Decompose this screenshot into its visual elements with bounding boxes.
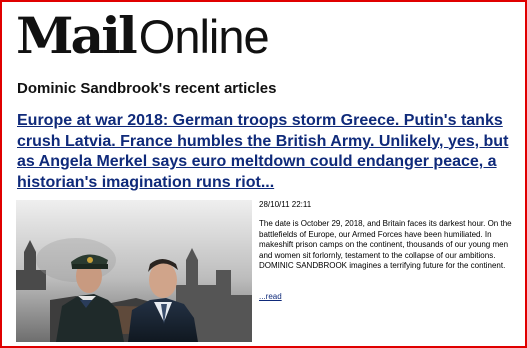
logo-online-text: Online <box>138 10 270 63</box>
read-more-link[interactable]: ...read <box>259 292 282 301</box>
mailonline-logo[interactable]: Mail Online <box>16 7 270 66</box>
article-timestamp: 28/10/11 22:11 <box>259 200 312 209</box>
section-heading: Dominic Sandbrook's recent articles <box>17 80 277 97</box>
logo-mail-text: Mail <box>16 7 138 66</box>
article-image[interactable] <box>16 200 252 342</box>
page-frame: Mail Online Dominic Sandbrook's recent a… <box>0 0 527 348</box>
article-headline-link[interactable]: Europe at war 2018: German troops storm … <box>17 111 517 193</box>
article-summary: The date is October 29, 2018, and Britai… <box>259 219 512 271</box>
article-illustration <box>16 200 252 342</box>
